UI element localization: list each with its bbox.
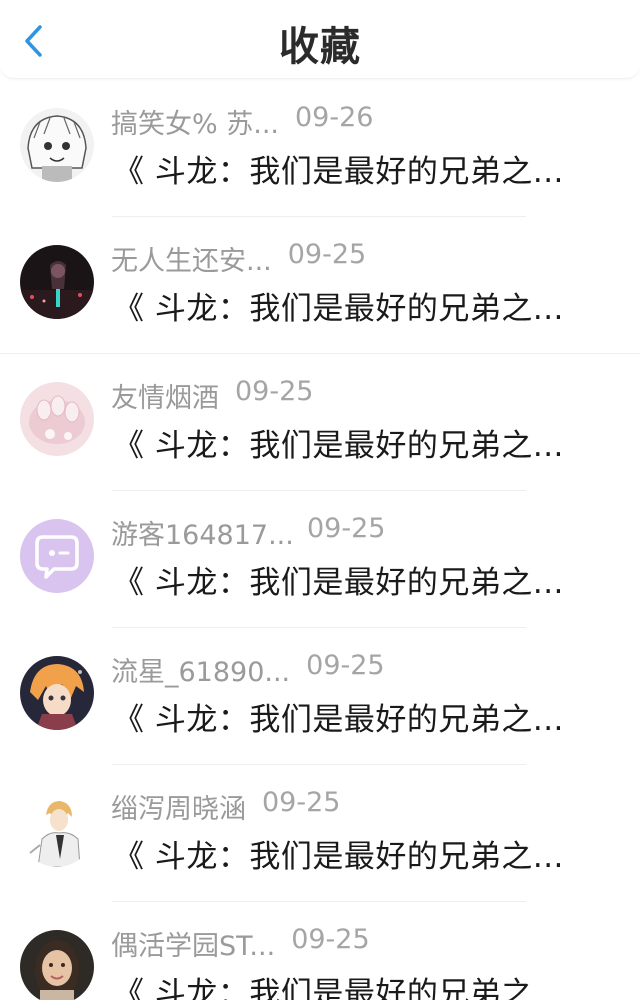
post-date: 09-25 xyxy=(291,924,370,955)
author-name: 友情烟酒 xyxy=(111,383,219,414)
avatar xyxy=(20,656,94,730)
favorite-item[interactable]: 游客164817... 09-25 《 斗龙：我们是最好的兄弟之... xyxy=(0,491,640,628)
author-name: 无人生还安... xyxy=(111,246,272,277)
author-name: 偶活学园ST... xyxy=(111,931,276,962)
item-meta: 游客164817... 09-25 xyxy=(111,513,386,551)
anime-boy-avatar xyxy=(20,656,94,730)
avatar xyxy=(20,793,94,867)
avatar xyxy=(20,108,94,182)
post-title: 《 斗龙：我们是最好的兄弟之... xyxy=(113,565,564,601)
item-meta: 缁泻周晓涵 09-25 xyxy=(111,787,341,825)
favorite-item[interactable]: 搞笑女% 苏... 09-26 《 斗龙：我们是最好的兄弟之... xyxy=(0,80,640,217)
item-meta: 流星_61890... 09-25 xyxy=(111,650,385,688)
favorite-item[interactable]: 无人生还安... 09-25 《 斗龙：我们是最好的兄弟之... xyxy=(0,217,640,354)
default-chat-avatar xyxy=(20,519,94,593)
post-date: 09-25 xyxy=(262,787,341,818)
anime-character-avatar xyxy=(20,793,94,867)
favorite-item[interactable]: 流星_61890... 09-25 《 斗龙：我们是最好的兄弟之... xyxy=(0,628,640,765)
night-scene-avatar xyxy=(20,245,94,319)
post-title: 《 斗龙：我们是最好的兄弟之... xyxy=(113,702,564,738)
post-title: 《 斗龙：我们是最好的兄弟之... xyxy=(113,428,564,464)
item-meta: 无人生还安... 09-25 xyxy=(111,239,367,277)
item-meta: 搞笑女% 苏... 09-26 xyxy=(111,102,374,140)
post-title: 《 斗龙：我们是最好的兄弟之... xyxy=(113,976,564,1000)
post-date: 09-25 xyxy=(235,376,314,407)
avatar xyxy=(20,245,94,319)
top-bar: 收藏 xyxy=(0,0,640,79)
post-title: 《 斗龙：我们是最好的兄弟之... xyxy=(113,291,564,327)
favorites-page: 收藏 搞笑女% 苏... 09-26 《 斗龙：我们是最好的兄弟之... 无人生… xyxy=(0,0,640,1000)
item-meta: 友情烟酒 09-25 xyxy=(111,376,314,414)
author-name: 搞笑女% 苏... xyxy=(111,109,279,140)
avatar xyxy=(20,382,94,456)
manga-girl-avatar xyxy=(20,108,94,182)
post-title: 《 斗龙：我们是最好的兄弟之... xyxy=(113,839,564,875)
post-date: 09-26 xyxy=(295,102,374,133)
avatar xyxy=(20,519,94,593)
post-date: 09-25 xyxy=(287,239,367,270)
favorite-item[interactable]: 偶活学园ST... 09-25 《 斗龙：我们是最好的兄弟之... xyxy=(0,902,640,1000)
favorite-item[interactable]: 友情烟酒 09-25 《 斗龙：我们是最好的兄弟之... xyxy=(0,354,640,491)
portrait-photo-avatar xyxy=(20,930,94,1000)
author-name: 缁泻周晓涵 xyxy=(111,794,246,825)
post-date: 09-25 xyxy=(307,513,386,544)
avatar xyxy=(20,930,94,1000)
page-title: 收藏 xyxy=(279,24,361,70)
post-date: 09-25 xyxy=(306,650,385,681)
item-meta: 偶活学园ST... 09-25 xyxy=(111,924,370,962)
favorite-item[interactable]: 缁泻周晓涵 09-25 《 斗龙：我们是最好的兄弟之... xyxy=(0,765,640,902)
pink-nails-avatar xyxy=(20,382,94,456)
post-title: 《 斗龙：我们是最好的兄弟之... xyxy=(113,154,564,190)
author-name: 流星_61890... xyxy=(111,657,291,688)
author-name: 游客164817... xyxy=(111,520,291,551)
